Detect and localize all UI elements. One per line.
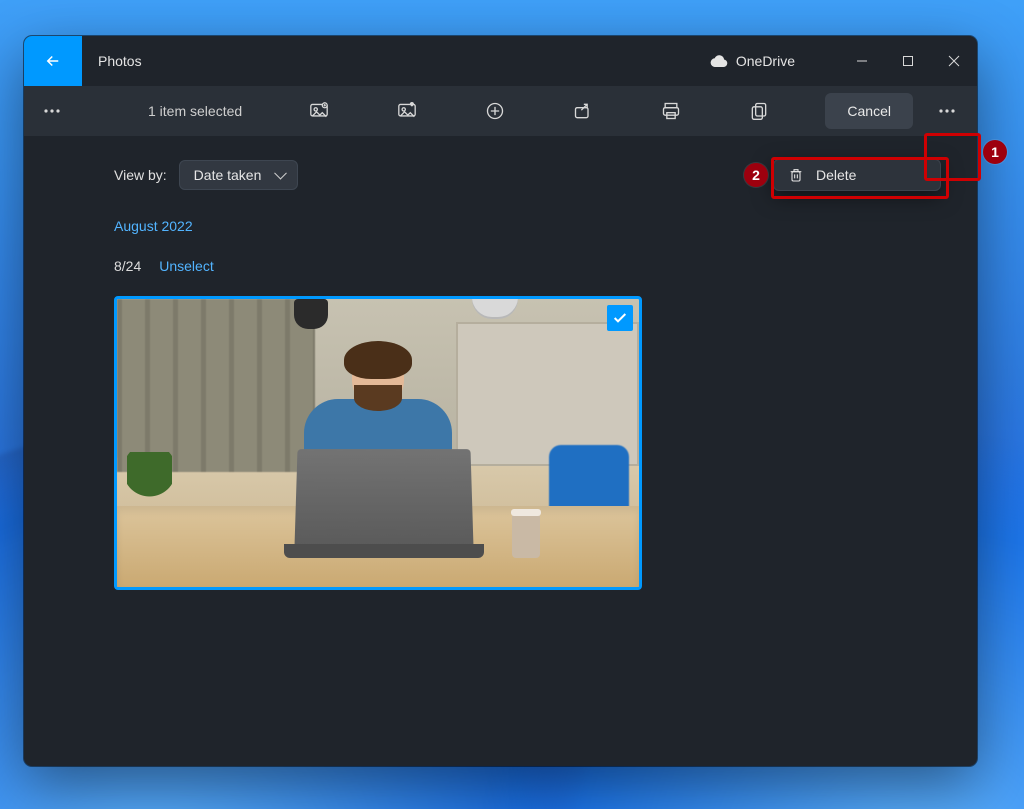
back-button[interactable] bbox=[24, 36, 82, 86]
onedrive-button[interactable]: OneDrive bbox=[710, 53, 795, 69]
content-area: View by: Date taken August 2022 8/24 Uns… bbox=[24, 136, 977, 766]
photos-app-window: Photos OneDrive 1 item selected bbox=[24, 36, 977, 766]
add-to-button[interactable] bbox=[468, 91, 522, 131]
titlebar: Photos OneDrive bbox=[24, 36, 977, 86]
selection-count-label: 1 item selected bbox=[148, 103, 242, 119]
share-button[interactable] bbox=[556, 91, 610, 131]
photo-preview bbox=[117, 299, 639, 587]
viewby-label: View by: bbox=[114, 167, 167, 183]
date-label: 8/24 bbox=[114, 258, 141, 274]
viewby-row: View by: Date taken bbox=[114, 160, 887, 190]
date-row: 8/24 Unselect bbox=[114, 258, 887, 274]
onedrive-label: OneDrive bbox=[736, 53, 795, 69]
maximize-button[interactable] bbox=[885, 36, 931, 86]
delete-menu-item[interactable]: Delete bbox=[773, 159, 941, 191]
cloud-icon bbox=[710, 55, 728, 67]
trash-icon bbox=[788, 167, 804, 183]
close-button[interactable] bbox=[931, 36, 977, 86]
selection-toolbar: 1 item selected Cancel bbox=[24, 86, 977, 136]
more-options-button[interactable] bbox=[925, 91, 969, 131]
print-button[interactable] bbox=[644, 91, 698, 131]
delete-menu-label: Delete bbox=[816, 167, 856, 183]
photo-thumbnail[interactable] bbox=[114, 296, 642, 590]
unselect-link[interactable]: Unselect bbox=[159, 258, 213, 274]
add-to-favorites-button[interactable] bbox=[380, 91, 434, 131]
annotation-badge-1: 1 bbox=[983, 140, 1007, 164]
minimize-button[interactable] bbox=[839, 36, 885, 86]
app-title: Photos bbox=[98, 53, 142, 69]
selection-check-icon[interactable] bbox=[607, 305, 633, 331]
month-header[interactable]: August 2022 bbox=[114, 218, 887, 234]
viewby-dropdown[interactable]: Date taken bbox=[179, 160, 299, 190]
cancel-button[interactable]: Cancel bbox=[825, 93, 913, 129]
add-to-album-button[interactable] bbox=[292, 91, 346, 131]
annotation-badge-2: 2 bbox=[744, 163, 768, 187]
viewby-value: Date taken bbox=[194, 167, 262, 183]
copy-button[interactable] bbox=[732, 91, 786, 131]
more-left-button[interactable] bbox=[32, 91, 72, 131]
